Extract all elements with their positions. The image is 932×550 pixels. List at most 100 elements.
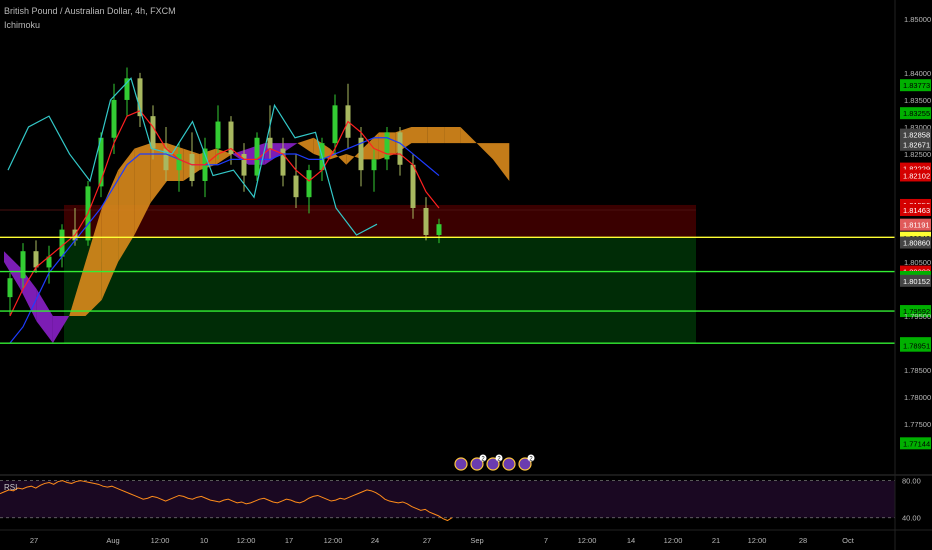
- cloud-segment: [460, 126, 477, 144]
- y-tick-label: 1.78500: [904, 366, 931, 375]
- x-tick-label: 24: [371, 536, 379, 545]
- candle-body: [267, 137, 273, 149]
- candle-body: [384, 132, 390, 160]
- cloud-segment: [199, 148, 216, 171]
- x-tick-label: 12:00: [151, 536, 170, 545]
- x-tick-label: 27: [30, 536, 38, 545]
- chart-canvas[interactable]: 222 80.0040.00 1.850001.840001.837731.83…: [0, 0, 932, 550]
- candle: [358, 126, 364, 187]
- emoji-marker-icon: [454, 457, 468, 471]
- candle-body: [189, 153, 195, 181]
- price-tag: 1.81191: [900, 218, 931, 231]
- candle-body: [371, 159, 377, 171]
- price-tag-label: 1.82102: [903, 171, 930, 180]
- cloud-segment: [264, 143, 282, 165]
- candle-body: [150, 116, 156, 149]
- price-tag-label: 1.78951: [903, 342, 930, 351]
- x-tick-label: 10: [200, 536, 208, 545]
- x-tick-label: 17: [285, 536, 293, 545]
- price-tag: 1.82671: [900, 138, 931, 151]
- x-tick-label: 12:00: [664, 536, 683, 545]
- chart-window: 222 80.00 40.00 1.85000 1.84000 1.83773 1.83…: [0, 0, 932, 550]
- cloud-segment: [444, 126, 461, 144]
- candle-body: [7, 278, 13, 298]
- candle: [397, 126, 403, 176]
- candle: [189, 132, 195, 187]
- price-tag-label: 1.77144: [903, 439, 930, 448]
- price-tag-label: 1.83255: [903, 109, 930, 118]
- emoji-icon: [454, 457, 468, 471]
- indicator-label: Ichimoku: [4, 20, 41, 30]
- candle-body: [59, 229, 65, 257]
- candle-body: [423, 207, 429, 235]
- x-tick-label: 14: [627, 536, 635, 545]
- candle: [384, 126, 390, 171]
- emoji-marker-icon: 2: [486, 454, 503, 471]
- x-tick-label: 27: [423, 536, 431, 545]
- x-tick-label: 28: [799, 536, 807, 545]
- rsi-tick-label: 40.00: [902, 514, 921, 523]
- x-tick-label: 21: [712, 536, 720, 545]
- chart-title: British Pound / Australian Dollar, 4h, F…: [4, 6, 176, 16]
- price-tag: 1.83255: [900, 107, 931, 120]
- candle: [228, 116, 234, 165]
- candle-body: [397, 132, 403, 165]
- y-tick-label: 1.77500: [904, 420, 931, 429]
- candle-body: [332, 105, 338, 144]
- candle: [46, 245, 52, 284]
- candle-body: [436, 224, 442, 235]
- price-tag: 1.80152: [900, 274, 931, 287]
- cloud-segment: [36, 289, 53, 344]
- y-tick-label: 1.78000: [904, 393, 931, 402]
- price-tag: 1.78951: [900, 339, 931, 352]
- cloud-segment: [330, 148, 347, 165]
- candle-body: [111, 99, 117, 138]
- candle: [124, 67, 130, 117]
- price-tag: 1.83773: [900, 79, 931, 92]
- x-tick-label: 12:00: [748, 536, 767, 545]
- candle: [7, 272, 13, 317]
- price-tag-label: 1.80860: [903, 239, 930, 248]
- x-tick-label: Sep: [470, 536, 483, 545]
- cloud-segment: [411, 126, 428, 144]
- candle: [137, 72, 143, 127]
- emoji-marker-icon: 2: [470, 454, 487, 471]
- candle-body: [20, 251, 26, 279]
- candle-body: [254, 137, 260, 176]
- candle-body: [410, 164, 416, 208]
- price-tag-label: 1.80152: [903, 277, 930, 286]
- emoji-marker-icon: [502, 457, 516, 471]
- candle-body: [176, 153, 182, 171]
- y-tick-label: 1.84000: [904, 69, 931, 78]
- y-tick-label: 1.82500: [904, 150, 931, 159]
- candle-body: [293, 175, 299, 198]
- y-tick-label: 1.79500: [904, 312, 931, 321]
- cloud-segment: [362, 132, 379, 160]
- y-tick-label: 1.83500: [904, 96, 931, 105]
- candle-body: [33, 251, 39, 268]
- take-profit-zone: [64, 237, 696, 344]
- rsi-tick-label: 80.00: [902, 477, 921, 486]
- candle: [345, 83, 351, 149]
- price-tag: 1.80860: [900, 236, 931, 249]
- price-tag-label: 1.81463: [903, 206, 930, 215]
- x-tick-label: 7: [544, 536, 548, 545]
- price-tag-label: 1.82671: [903, 141, 930, 150]
- price-tag-label: 1.83773: [903, 81, 930, 90]
- candle: [293, 153, 299, 208]
- candle-body: [306, 170, 312, 198]
- price-tag: 1.77144: [900, 437, 931, 450]
- price-tag-label: 1.81191: [903, 221, 930, 230]
- candle-body: [215, 121, 221, 149]
- cloud-segment: [297, 137, 314, 154]
- candle: [202, 137, 208, 198]
- candle: [423, 197, 429, 241]
- cloud-segment: [476, 143, 493, 160]
- x-tick-label: Oct: [842, 536, 855, 545]
- x-tick-label: 12:00: [237, 536, 256, 545]
- x-tick-label: Aug: [106, 536, 119, 545]
- rsi-band: [0, 480, 895, 518]
- price-tag-label: 1.82858: [903, 131, 930, 140]
- cloud-segment: [427, 126, 445, 144]
- x-tick-label: 12:00: [324, 536, 343, 545]
